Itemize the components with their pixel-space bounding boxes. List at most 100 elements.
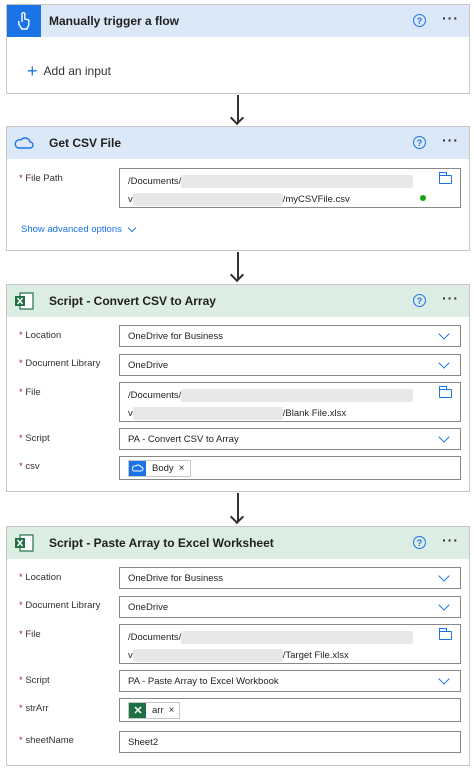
file-path-line-1: /Documents/ bbox=[128, 174, 460, 188]
show-advanced-options-link[interactable]: Show advanced options bbox=[21, 223, 137, 235]
folder-icon[interactable] bbox=[439, 386, 452, 398]
location-dropdown[interactable]: OneDrive for Business bbox=[119, 567, 461, 589]
get-csv-card: Get CSV File ? ··· * File Path /Document… bbox=[6, 126, 470, 251]
script-label: * Script bbox=[19, 433, 50, 444]
file-path-line-2: v /Target File.xlsx bbox=[128, 648, 460, 662]
help-icon[interactable]: ? bbox=[413, 536, 426, 549]
file-path-line-2: v /myCSVFile.csv bbox=[128, 192, 460, 206]
more-options-icon[interactable]: ··· bbox=[442, 533, 459, 547]
document-library-value: OneDrive bbox=[128, 601, 169, 613]
close-icon[interactable]: × bbox=[179, 463, 185, 474]
folder-icon[interactable] bbox=[439, 628, 452, 640]
file-path-field[interactable]: /Documents/ v /myCSVFile.csv bbox=[119, 168, 461, 208]
document-library-dropdown[interactable]: OneDrive bbox=[119, 354, 461, 376]
sheetname-input[interactable]: Sheet2 bbox=[119, 731, 461, 753]
required-mark: * bbox=[19, 358, 23, 369]
file-field[interactable]: /Documents/ v /Blank File.xlsx bbox=[119, 382, 461, 422]
file-label: * File bbox=[19, 629, 41, 640]
document-library-label-text: Document Library bbox=[25, 358, 101, 369]
chevron-down-icon bbox=[127, 223, 137, 233]
add-input-label: Add an input bbox=[43, 64, 111, 78]
connector-arrow bbox=[229, 110, 245, 126]
convert-csv-card: Script - Convert CSV to Array ? ··· * Lo… bbox=[6, 284, 470, 492]
file-field[interactable]: /Documents/ v /Target File.xlsx bbox=[119, 624, 461, 664]
chevron-down-icon bbox=[438, 431, 450, 443]
redacted-path bbox=[132, 406, 283, 420]
onedrive-icon bbox=[129, 460, 146, 476]
path-filename: /myCSVFile.csv bbox=[282, 193, 350, 205]
add-input-button[interactable]: + Add an input bbox=[27, 62, 111, 80]
required-mark: * bbox=[19, 461, 23, 472]
trigger-card-header[interactable]: Manually trigger a flow ? ··· bbox=[7, 5, 469, 37]
more-options-icon[interactable]: ··· bbox=[442, 291, 459, 305]
help-icon[interactable]: ? bbox=[413, 294, 426, 307]
path-prefix: /Documents/ bbox=[128, 175, 182, 187]
required-mark: * bbox=[19, 629, 23, 640]
script-value: PA - Paste Array to Excel Workbook bbox=[128, 675, 279, 687]
required-mark: * bbox=[19, 173, 23, 184]
folder-icon[interactable] bbox=[439, 172, 452, 184]
chevron-down-icon bbox=[438, 599, 450, 611]
get-csv-card-header[interactable]: Get CSV File ? ··· bbox=[7, 127, 469, 159]
redacted-path bbox=[132, 192, 283, 206]
document-library-label: * Document Library bbox=[19, 358, 100, 369]
more-options-icon[interactable]: ··· bbox=[442, 11, 459, 25]
required-mark: * bbox=[19, 572, 23, 583]
chevron-down-icon bbox=[438, 328, 450, 340]
connector-arrow bbox=[229, 267, 245, 283]
redacted-path bbox=[181, 174, 414, 188]
script-dropdown[interactable]: PA - Paste Array to Excel Workbook bbox=[119, 670, 461, 692]
sheetname-value: Sheet2 bbox=[128, 736, 159, 748]
help-icon[interactable]: ? bbox=[413, 136, 426, 149]
close-icon[interactable]: × bbox=[169, 705, 175, 716]
path-prefix: /Documents/ bbox=[128, 631, 182, 643]
script-label-text: Script bbox=[25, 433, 50, 444]
document-library-value: OneDrive bbox=[128, 359, 169, 371]
convert-csv-card-header[interactable]: Script - Convert CSV to Array ? ··· bbox=[7, 285, 469, 317]
location-label-text: Location bbox=[25, 572, 62, 583]
strarr-input[interactable]: arr × bbox=[119, 698, 461, 722]
chevron-down-icon bbox=[438, 570, 450, 582]
script-value: PA - Convert CSV to Array bbox=[128, 433, 239, 445]
more-options-icon[interactable]: ··· bbox=[442, 133, 459, 147]
connector-arrow bbox=[229, 509, 245, 525]
script-dropdown[interactable]: PA - Convert CSV to Array bbox=[119, 428, 461, 450]
step-title: Script - Paste Array to Excel Worksheet bbox=[49, 536, 274, 550]
touch-icon bbox=[7, 5, 41, 37]
advanced-options-label: Show advanced options bbox=[21, 224, 122, 235]
document-library-dropdown[interactable]: OneDrive bbox=[119, 596, 461, 618]
csv-label-text: csv bbox=[25, 461, 40, 472]
file-path-line-1: /Documents/ bbox=[128, 630, 460, 644]
excel-icon bbox=[129, 702, 146, 718]
file-path-label-text: File Path bbox=[25, 173, 63, 184]
step-title: Manually trigger a flow bbox=[49, 14, 180, 28]
sheetname-label-text: sheetName bbox=[25, 735, 74, 746]
csv-label: * csv bbox=[19, 461, 40, 472]
redacted-path bbox=[132, 648, 283, 662]
file-label-text: File bbox=[25, 629, 41, 640]
location-label-text: Location bbox=[25, 330, 62, 341]
csv-input[interactable]: Body × bbox=[119, 456, 461, 480]
document-library-label: * Document Library bbox=[19, 600, 100, 611]
paste-array-card-header[interactable]: Script - Paste Array to Excel Worksheet … bbox=[7, 527, 469, 559]
plus-icon: + bbox=[27, 61, 38, 81]
required-mark: * bbox=[19, 675, 23, 686]
script-label-text: Script bbox=[25, 675, 50, 686]
body-token[interactable]: Body × bbox=[128, 459, 191, 477]
location-dropdown[interactable]: OneDrive for Business bbox=[119, 325, 461, 347]
path-filename: /Blank File.xlsx bbox=[282, 407, 347, 419]
help-icon[interactable]: ? bbox=[413, 14, 426, 27]
location-label: * Location bbox=[19, 572, 61, 583]
file-path-label: * File Path bbox=[19, 173, 63, 184]
status-dot bbox=[420, 195, 426, 201]
strarr-label: * strArr bbox=[19, 703, 49, 714]
redacted-path bbox=[181, 630, 414, 644]
arr-token[interactable]: arr × bbox=[128, 701, 181, 719]
chevron-down-icon bbox=[438, 357, 450, 369]
file-path-line-2: v /Blank File.xlsx bbox=[128, 406, 460, 420]
step-title: Script - Convert CSV to Array bbox=[49, 294, 216, 308]
required-mark: * bbox=[19, 330, 23, 341]
excel-icon bbox=[7, 285, 41, 317]
strarr-label-text: strArr bbox=[25, 703, 49, 714]
token-label: arr bbox=[152, 704, 164, 716]
